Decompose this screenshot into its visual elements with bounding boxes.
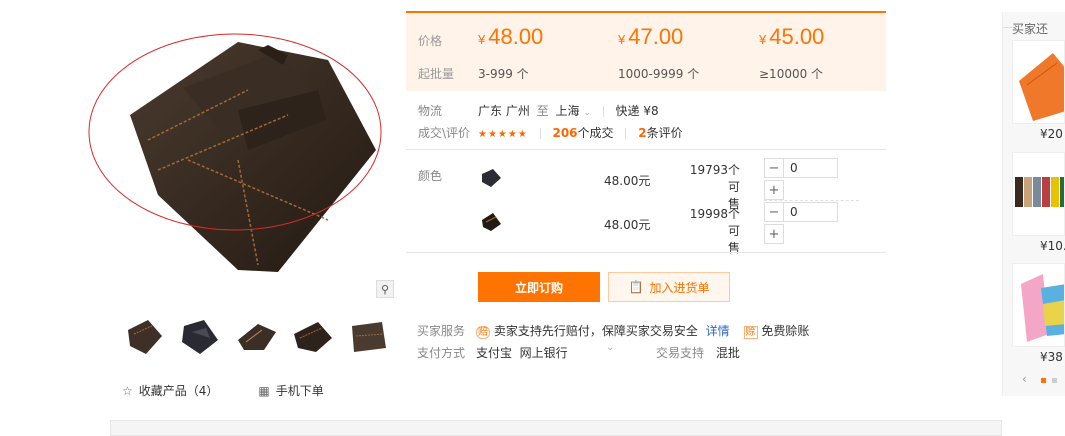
- rail-item-3[interactable]: [1012, 263, 1065, 347]
- sku-stock-2: 19998个可售: [689, 207, 740, 255]
- price-label: 价格: [418, 34, 443, 48]
- rail-item-1[interactable]: [1012, 40, 1065, 124]
- trade-label: 交易支持: [656, 346, 705, 360]
- logistics-label: 物流: [418, 104, 443, 118]
- review-count[interactable]: 2条评价: [638, 126, 682, 140]
- zoom-icon[interactable]: ⚲: [376, 280, 394, 298]
- services-row: 买家服务: [417, 322, 465, 339]
- add-to-cart-label: 加入进货单: [649, 280, 710, 295]
- rail-page-dot[interactable]: [1052, 378, 1057, 383]
- chevron-down-icon[interactable]: ⌄: [606, 342, 614, 353]
- trade-support: 交易支持 混批: [656, 344, 740, 361]
- deals-label: 成交\评价: [418, 126, 471, 140]
- increase-button[interactable]: +: [764, 224, 784, 244]
- decrease-button[interactable]: −: [764, 158, 784, 178]
- tier-range-2: 1000-9999 个: [618, 67, 700, 81]
- quantity-input[interactable]: 0: [784, 202, 838, 222]
- qrcode-icon: ▦: [258, 384, 270, 398]
- increase-button[interactable]: +: [764, 180, 784, 200]
- thumbnail-strip: [122, 314, 390, 358]
- sku-thumbnail-2[interactable]: [478, 209, 504, 235]
- clipboard-icon: 📋: [628, 280, 644, 294]
- logistics-row: 物流: [418, 102, 442, 119]
- to-word: 至: [536, 104, 549, 118]
- gallery-actions: ☆ 收藏产品（4） ▦ 手机下单: [122, 382, 324, 399]
- buy-now-button[interactable]: 立即订购: [478, 272, 600, 302]
- thumbnail-4[interactable]: [290, 314, 334, 358]
- deals-info: ★★★★★ 206个成交 2条评价: [478, 124, 683, 141]
- credit-icon: 赊: [743, 326, 758, 339]
- rail-price-2: ¥10.5: [1040, 239, 1065, 253]
- quantity-input[interactable]: 0: [784, 158, 838, 178]
- favorite-label: 收藏产品（4）: [138, 384, 219, 398]
- thumbnail-2[interactable]: [178, 314, 222, 358]
- deals-label-wrap: 成交\评价: [418, 124, 470, 141]
- rail-title: 买家还: [1012, 22, 1049, 36]
- thumbnail-5[interactable]: [346, 314, 390, 358]
- sku-price-2: 48.00元: [604, 218, 651, 232]
- quantity-stepper-1: − 0: [764, 158, 838, 178]
- ship-to-select[interactable]: 上海 ⌄: [556, 104, 591, 118]
- rail-price-1: ¥20: [1040, 127, 1063, 141]
- tier-range-1: 3-999 个: [478, 67, 529, 81]
- rail-item-2[interactable]: [1012, 152, 1065, 236]
- decrease-button[interactable]: −: [764, 202, 784, 222]
- mobile-order-label: 手机下单: [275, 384, 324, 398]
- rail-price-3: ¥38: [1040, 350, 1063, 364]
- thumbnail-3[interactable]: [234, 314, 278, 358]
- payment-label-wrap: 支付方式: [417, 344, 465, 361]
- moq-label: 起批量: [418, 67, 455, 81]
- services-info: 赔 卖家支持先行赔付，保障买家交易安全 详情 赊 免费赊账: [476, 322, 809, 339]
- bottom-summary-bar: [110, 420, 1002, 436]
- chevron-down-icon: ⌄: [583, 108, 591, 118]
- rail-prev-icon[interactable]: ‹: [1022, 372, 1027, 386]
- guarantee-text: 卖家支持先行赔付，保障买家交易安全: [493, 324, 698, 338]
- star-outline-icon: ☆: [122, 384, 133, 398]
- sku-label: 颜色: [418, 169, 443, 183]
- mobile-order-button[interactable]: ▦ 手机下单: [258, 382, 323, 399]
- details-link[interactable]: 详情: [706, 324, 730, 338]
- trade-value: 混批: [715, 346, 740, 360]
- tier-price-3: ¥45.00: [759, 24, 825, 49]
- logistics-info: 广东 广州 至 上海 ⌄ 快递 ¥8: [478, 102, 659, 119]
- price-box: 价格 起批量 ¥48.00 ¥47.00 ¥45.00 3-999 个 1000…: [406, 11, 886, 91]
- favorite-button[interactable]: ☆ 收藏产品（4）: [122, 382, 218, 399]
- payment-label: 支付方式: [417, 346, 466, 360]
- sku-label-wrap: 颜色: [418, 167, 442, 184]
- tier-price-1: ¥48.00: [478, 24, 544, 49]
- thumbnail-1[interactable]: [122, 314, 166, 358]
- sku-thumbnail-1[interactable]: [478, 165, 504, 191]
- quantity-stepper-2: − 0: [764, 202, 838, 222]
- tier-price-2: ¥47.00: [618, 24, 684, 49]
- payment-methods: 支付宝 网上银行: [476, 346, 568, 360]
- shipping-fee: 快递 ¥8: [615, 104, 659, 118]
- add-to-cart-button[interactable]: 📋 加入进货单: [608, 272, 730, 302]
- main-product-image[interactable]: [88, 20, 388, 290]
- services-label: 买家服务: [417, 324, 466, 338]
- free-credit-text: 免费赊账: [761, 324, 810, 338]
- tier-range-3: ≥10000 个: [759, 67, 824, 81]
- rail-page-dot-active[interactable]: [1041, 378, 1046, 383]
- rating-stars: ★★★★★: [478, 129, 528, 140]
- sku-price-1: 48.00元: [604, 174, 651, 188]
- deal-count[interactable]: 206个成交: [552, 126, 613, 140]
- guarantee-icon: 赔: [476, 326, 490, 339]
- ship-from: 广东 广州: [478, 104, 530, 118]
